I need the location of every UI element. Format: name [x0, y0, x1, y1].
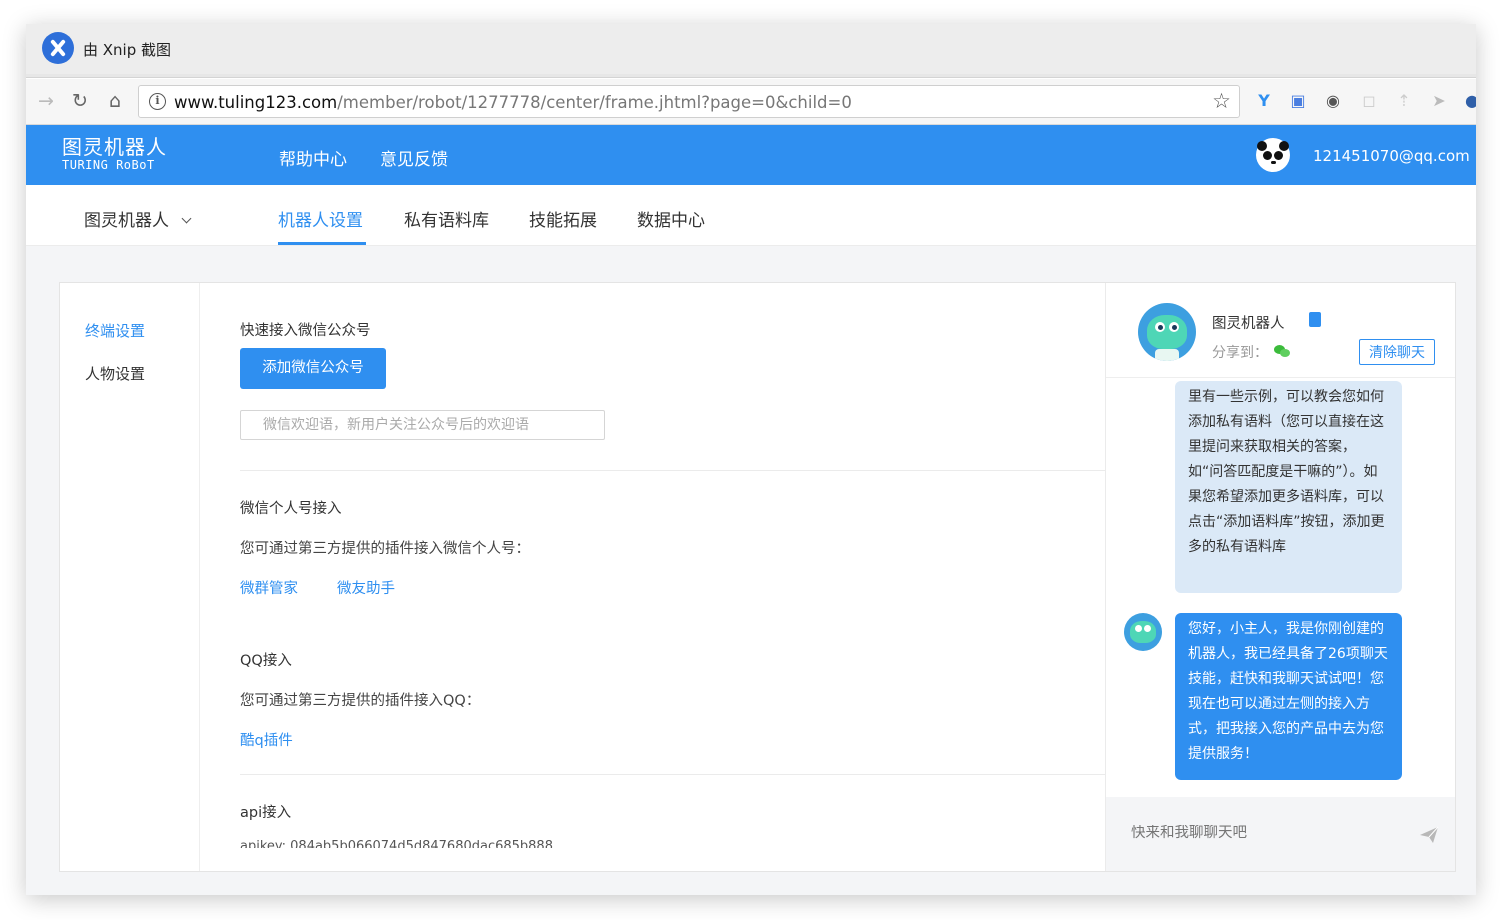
window-title: 由 Xnip 截图 [83, 41, 172, 59]
extension-profile-icon[interactable]: ● [1462, 91, 1476, 111]
wechat-icon[interactable] [1274, 345, 1290, 358]
extension-shield-icon[interactable]: ◻ [1359, 91, 1379, 111]
user-email[interactable]: 121451070@qq.com [1313, 147, 1470, 165]
url-text[interactable]: www.tuling123.com/member/robot/1277778/c… [174, 93, 852, 112]
tab-data-center[interactable]: 数据中心 [637, 206, 705, 231]
book-icon[interactable] [1309, 312, 1321, 327]
panda-avatar-icon[interactable] [1256, 138, 1290, 172]
home-icon[interactable]: ⌂ [103, 89, 127, 113]
chat-input-area [1106, 797, 1455, 871]
robot-selector-label: 图灵机器人 [84, 211, 169, 231]
api-key-line: apikey: 084ab5b066074d5d847680dac685b888 [240, 839, 553, 848]
clear-chat-button[interactable]: 清除聊天 [1359, 339, 1435, 365]
sub-navigation: 图灵机器人 机器人设置 私有语料库 技能拓展 数据中心 [26, 185, 1476, 246]
chat-robot-name: 图灵机器人 [1212, 316, 1285, 332]
chat-panel: 图灵机器人 分享到： 清除聊天 里有一些示例，可以教会您如何添加私有语料（您可以… [1105, 283, 1455, 871]
xnip-logo-icon [42, 32, 74, 64]
api-title: api接入 [240, 805, 292, 821]
chevron-down-icon [181, 213, 192, 224]
chat-header: 图灵机器人 分享到： 清除聊天 [1106, 283, 1455, 378]
link-weiyou-assistant[interactable]: 微友助手 [337, 577, 395, 598]
extension-plane-icon[interactable]: ➤ [1429, 91, 1449, 111]
extension-elephant-icon[interactable]: ◉ [1323, 91, 1343, 111]
link-coolq-plugin[interactable]: 酷q插件 [240, 729, 293, 750]
divider [240, 470, 1105, 471]
wechat-mp-title: 快速接入微信公众号 [240, 323, 371, 339]
qq-title: QQ接入 [240, 653, 292, 669]
chat-message-robot: 您好，小主人，我是你刚创建的机器人，我已经具备了26项聊天技能，赶快和我聊天试试… [1175, 613, 1402, 780]
robot-avatar-icon [1138, 303, 1196, 361]
share-label: 分享到： [1212, 345, 1268, 361]
tab-robot-settings[interactable]: 机器人设置 [278, 206, 363, 231]
title-bar: 由 Xnip 截图 [26, 24, 1476, 74]
settings-card: 终端设置 人物设置 快速接入微信公众号 添加微信公众号 微信个人号接入 您可通过… [59, 282, 1456, 872]
extension-v-icon[interactable]: Y [1254, 91, 1274, 111]
tab-strip [26, 74, 1476, 78]
wechat-personal-title: 微信个人号接入 [240, 501, 342, 517]
site-header: 图灵机器人 TURING RoBoT 帮助中心 意见反馈 121451070@q… [26, 125, 1476, 185]
star-icon[interactable]: ☆ [1212, 89, 1231, 113]
browser-window: 由 Xnip 截图 → ↻ ⌂ i www.tuling123.com/memb… [26, 24, 1476, 895]
sidebar-item-persona[interactable]: 人物设置 [85, 363, 145, 384]
info-icon[interactable]: i [149, 93, 166, 110]
settings-sidebar: 终端设置 人物设置 [60, 283, 200, 871]
address-bar[interactable]: i www.tuling123.com/member/robot/1277778… [138, 85, 1240, 118]
chat-input[interactable] [1131, 825, 1381, 841]
chat-message-robot: 里有一些示例，可以教会您如何添加私有语料（您可以直接在这里提问来获取相关的答案，… [1175, 381, 1402, 593]
add-wechat-mp-button[interactable]: 添加微信公众号 [240, 348, 386, 389]
welcome-message-input[interactable] [240, 410, 605, 440]
robot-selector[interactable]: 图灵机器人 [84, 206, 192, 231]
translate-extension-icon[interactable]: ▣ [1288, 91, 1308, 111]
qq-desc: 您可通过第三方提供的插件接入QQ： [240, 693, 481, 709]
reload-icon[interactable]: ↻ [68, 89, 92, 113]
divider [240, 774, 1105, 775]
link-weiqun-manager[interactable]: 微群管家 [240, 577, 298, 598]
tab-private-corpus[interactable]: 私有语料库 [404, 206, 489, 231]
brand-cn: 图灵机器人 [62, 135, 167, 159]
nav-feedback[interactable]: 意见反馈 [380, 145, 448, 170]
sidebar-item-terminal[interactable]: 终端设置 [85, 320, 145, 341]
wechat-personal-desc: 您可通过第三方提供的插件接入微信个人号： [240, 541, 530, 557]
extension-upload-icon[interactable]: ⇡ [1394, 91, 1414, 111]
send-icon[interactable] [1419, 826, 1439, 844]
nav-help-center[interactable]: 帮助中心 [279, 145, 347, 170]
robot-avatar-icon [1124, 613, 1162, 651]
brand-en: TURING RoBoT [62, 158, 155, 172]
terminal-settings: 快速接入微信公众号 添加微信公众号 微信个人号接入 您可通过第三方提供的插件接入… [200, 283, 1105, 848]
url-path: /member/robot/1277778/center/frame.jhtml… [337, 93, 852, 112]
back-arrow-icon[interactable]: → [34, 89, 58, 113]
site-logo[interactable]: 图灵机器人 TURING RoBoT [62, 137, 167, 171]
browser-toolbar: → ↻ ⌂ i www.tuling123.com/member/robot/1… [26, 79, 1476, 125]
active-tab-indicator [278, 242, 366, 245]
tab-skill-extension[interactable]: 技能拓展 [529, 206, 597, 231]
url-domain: www.tuling123.com [174, 93, 338, 112]
